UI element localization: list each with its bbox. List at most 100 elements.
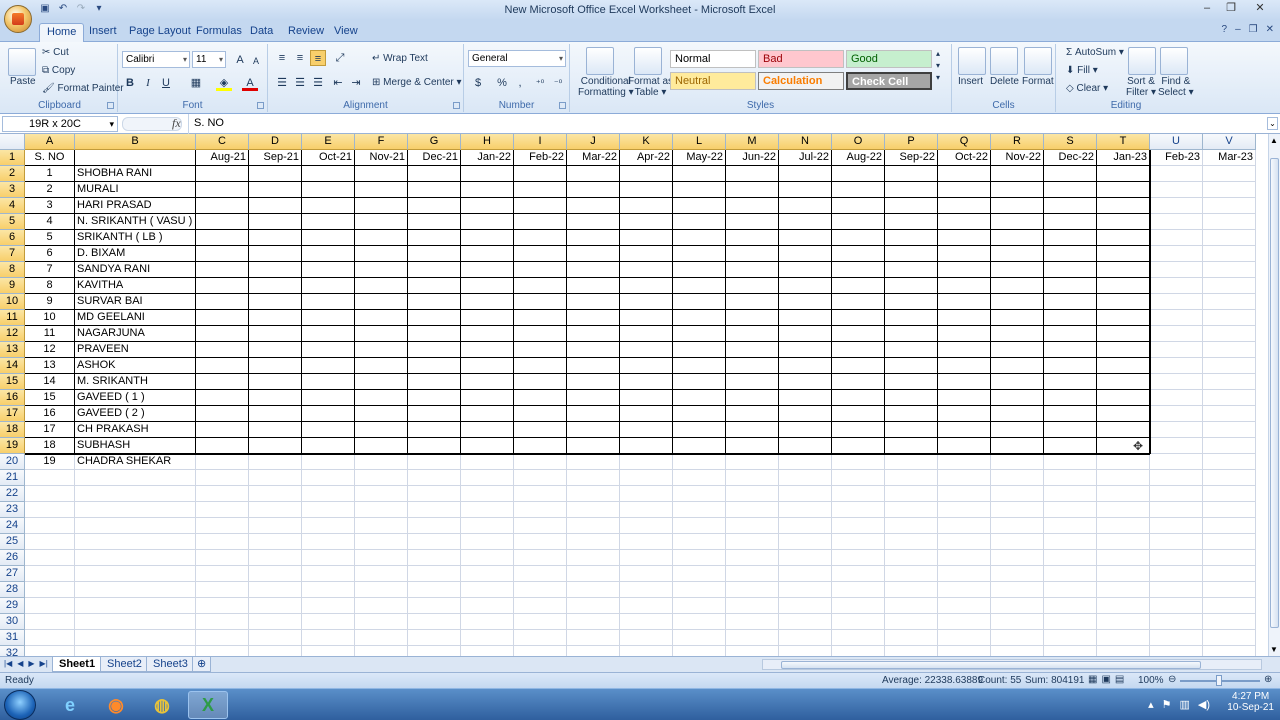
cell-t17[interactable] bbox=[1097, 406, 1150, 422]
cell-j28[interactable] bbox=[567, 582, 620, 598]
cell-q5[interactable] bbox=[938, 214, 991, 230]
cell-a3[interactable]: 2 bbox=[25, 182, 75, 198]
cell-v4[interactable] bbox=[1203, 198, 1256, 214]
cell-k17[interactable] bbox=[620, 406, 673, 422]
cell-s1[interactable]: Dec-22 bbox=[1044, 150, 1097, 166]
cell-j23[interactable] bbox=[567, 502, 620, 518]
cell-m19[interactable] bbox=[726, 438, 779, 454]
cell-v12[interactable] bbox=[1203, 326, 1256, 342]
cell-h4[interactable] bbox=[461, 198, 514, 214]
cell-v17[interactable] bbox=[1203, 406, 1256, 422]
cell-j27[interactable] bbox=[567, 566, 620, 582]
cell-b8[interactable]: SANDYA RANI bbox=[75, 262, 196, 278]
cell-u25[interactable] bbox=[1150, 534, 1203, 550]
column-header-q[interactable]: Q bbox=[938, 134, 991, 150]
cell-g23[interactable] bbox=[408, 502, 461, 518]
cell-d11[interactable] bbox=[249, 310, 302, 326]
style-calculation[interactable]: Calculation bbox=[758, 72, 844, 90]
cell-s3[interactable] bbox=[1044, 182, 1097, 198]
conditional-formatting-button[interactable]: Conditional Formatting ▾ bbox=[578, 76, 634, 98]
cell-f7[interactable] bbox=[355, 246, 408, 262]
tab-formulas[interactable]: Formulas bbox=[189, 23, 249, 42]
column-header-v[interactable]: V bbox=[1203, 134, 1256, 150]
cell-m29[interactable] bbox=[726, 598, 779, 614]
cell-a25[interactable] bbox=[25, 534, 75, 550]
cell-v23[interactable] bbox=[1203, 502, 1256, 518]
cell-u3[interactable] bbox=[1150, 182, 1203, 198]
cell-e3[interactable] bbox=[302, 182, 355, 198]
cell-f1[interactable]: Nov-21 bbox=[355, 150, 408, 166]
cell-a18[interactable]: 17 bbox=[25, 422, 75, 438]
column-header-i[interactable]: I bbox=[514, 134, 567, 150]
cell-r27[interactable] bbox=[991, 566, 1044, 582]
cell-o2[interactable] bbox=[832, 166, 885, 182]
cell-t32[interactable] bbox=[1097, 646, 1150, 656]
cell-n28[interactable] bbox=[779, 582, 832, 598]
cell-h16[interactable] bbox=[461, 390, 514, 406]
cell-u17[interactable] bbox=[1150, 406, 1203, 422]
cell-v7[interactable] bbox=[1203, 246, 1256, 262]
cell-g4[interactable] bbox=[408, 198, 461, 214]
name-box[interactable]: 19R x 20C bbox=[2, 116, 118, 132]
cell-e16[interactable] bbox=[302, 390, 355, 406]
insert-cells-icon[interactable] bbox=[958, 47, 986, 75]
sheet-tab-1[interactable]: Sheet1 bbox=[52, 657, 103, 672]
fill-button[interactable]: ⬇ Fill ▾ bbox=[1066, 65, 1098, 76]
cell-n13[interactable] bbox=[779, 342, 832, 358]
cell-e10[interactable] bbox=[302, 294, 355, 310]
cell-j26[interactable] bbox=[567, 550, 620, 566]
cell-v6[interactable] bbox=[1203, 230, 1256, 246]
cell-m6[interactable] bbox=[726, 230, 779, 246]
cell-c10[interactable] bbox=[196, 294, 249, 310]
cell-c28[interactable] bbox=[196, 582, 249, 598]
cell-p22[interactable] bbox=[885, 486, 938, 502]
cell-r25[interactable] bbox=[991, 534, 1044, 550]
cell-c12[interactable] bbox=[196, 326, 249, 342]
cell-n7[interactable] bbox=[779, 246, 832, 262]
cell-i7[interactable] bbox=[514, 246, 567, 262]
cell-e31[interactable] bbox=[302, 630, 355, 646]
cell-h24[interactable] bbox=[461, 518, 514, 534]
cell-h13[interactable] bbox=[461, 342, 514, 358]
first-sheet-icon[interactable]: |◀ bbox=[4, 659, 12, 668]
cell-o19[interactable] bbox=[832, 438, 885, 454]
cell-l9[interactable] bbox=[673, 278, 726, 294]
cell-k18[interactable] bbox=[620, 422, 673, 438]
cell-n16[interactable] bbox=[779, 390, 832, 406]
cell-f27[interactable] bbox=[355, 566, 408, 582]
cell-v9[interactable] bbox=[1203, 278, 1256, 294]
tab-data[interactable]: Data bbox=[243, 23, 280, 42]
cell-n9[interactable] bbox=[779, 278, 832, 294]
cell-d9[interactable] bbox=[249, 278, 302, 294]
cell-j10[interactable] bbox=[567, 294, 620, 310]
cell-r18[interactable] bbox=[991, 422, 1044, 438]
cell-n24[interactable] bbox=[779, 518, 832, 534]
cell-e25[interactable] bbox=[302, 534, 355, 550]
cell-l11[interactable] bbox=[673, 310, 726, 326]
column-header-h[interactable]: H bbox=[461, 134, 514, 150]
cell-s4[interactable] bbox=[1044, 198, 1097, 214]
cell-m2[interactable] bbox=[726, 166, 779, 182]
cell-a16[interactable]: 15 bbox=[25, 390, 75, 406]
format-cells-icon[interactable] bbox=[1024, 47, 1052, 75]
cell-t23[interactable] bbox=[1097, 502, 1150, 518]
row-header-19[interactable]: 19 bbox=[0, 438, 25, 454]
cell-l31[interactable] bbox=[673, 630, 726, 646]
cell-d8[interactable] bbox=[249, 262, 302, 278]
cell-e32[interactable] bbox=[302, 646, 355, 656]
cell-f20[interactable] bbox=[355, 454, 408, 470]
cell-k6[interactable] bbox=[620, 230, 673, 246]
cell-c29[interactable] bbox=[196, 598, 249, 614]
cell-m23[interactable] bbox=[726, 502, 779, 518]
tab-insert[interactable]: Insert bbox=[82, 23, 124, 42]
cell-l6[interactable] bbox=[673, 230, 726, 246]
close-button[interactable]: ✕ bbox=[1244, 1, 1276, 16]
cell-q24[interactable] bbox=[938, 518, 991, 534]
cell-d20[interactable] bbox=[249, 454, 302, 470]
cell-j19[interactable] bbox=[567, 438, 620, 454]
cell-q21[interactable] bbox=[938, 470, 991, 486]
cell-s16[interactable] bbox=[1044, 390, 1097, 406]
cell-t16[interactable] bbox=[1097, 390, 1150, 406]
cell-s23[interactable] bbox=[1044, 502, 1097, 518]
cell-g11[interactable] bbox=[408, 310, 461, 326]
